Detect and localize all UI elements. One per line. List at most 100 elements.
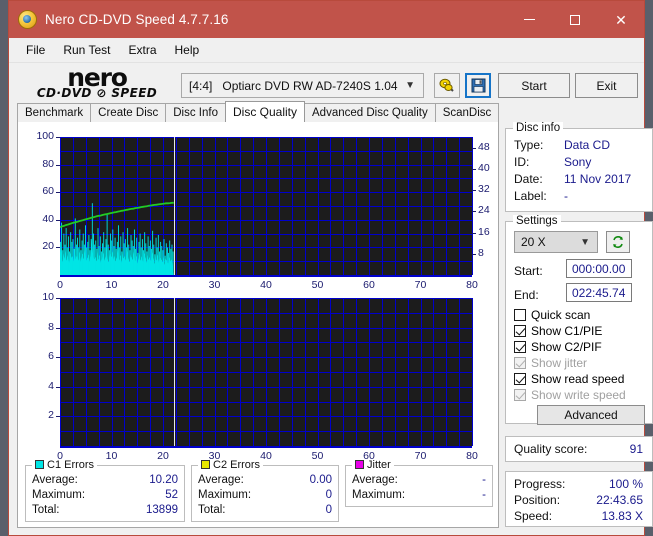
- drive-index: [4:4]: [189, 79, 212, 93]
- x-axis-tick: 50: [305, 450, 331, 462]
- title-bar: Nero CD-DVD Speed 4.7.7.16 ✕: [9, 1, 644, 38]
- c1-errors-chart: [60, 137, 472, 275]
- checkbox-box: [514, 357, 526, 369]
- tab-disc-quality[interactable]: Disc Quality: [225, 101, 305, 122]
- settings-caption: Settings: [513, 215, 561, 227]
- checkbox-show-jitter: Show jitter: [514, 356, 587, 370]
- menu-bar: File Run Test Extra Help: [9, 38, 644, 63]
- checkbox-show-c2-pif[interactable]: Show C2/PIF: [514, 340, 602, 354]
- disc-label-label: Label:: [514, 189, 547, 203]
- start-button[interactable]: Start: [498, 73, 570, 98]
- checkbox-show-c1-pie[interactable]: Show C1/PIE: [514, 324, 602, 338]
- checkbox-quick-scan[interactable]: Quick scan: [514, 308, 590, 322]
- position-value: 22:43.65: [596, 493, 643, 507]
- y2-axis-tick: 32: [478, 183, 506, 195]
- x-axis-tick: 20: [150, 450, 176, 462]
- jitter-maximum-label: Maximum:: [352, 489, 405, 501]
- minimize-icon[interactable]: [506, 1, 552, 38]
- y-axis-tick: 4: [24, 380, 54, 392]
- scan-start-field[interactable]: 000:00.00: [566, 259, 632, 278]
- c2-total-value: 0: [326, 504, 332, 516]
- checkbox-box: [514, 389, 526, 401]
- checkbox-box: [514, 309, 526, 321]
- tab-benchmark[interactable]: Benchmark: [17, 103, 91, 122]
- drive-name: Optiarc DVD RW AD-7240S 1.04: [222, 79, 397, 93]
- tab-disc-info[interactable]: Disc Info: [165, 103, 226, 122]
- x-axis-tick: 70: [408, 450, 434, 462]
- checkbox-show-read-speed[interactable]: Show read speed: [514, 372, 624, 386]
- scan-start-label: Start:: [514, 264, 543, 278]
- scan-position-cursor: [174, 137, 175, 275]
- c1-total-value: 13899: [146, 504, 178, 516]
- speed-select-value: 20 X: [521, 235, 546, 249]
- c2-errors-caption: C2 Errors: [198, 459, 263, 471]
- checkbox-label: Show C2/PIF: [531, 340, 602, 354]
- menu-item-run-test[interactable]: Run Test: [54, 40, 119, 60]
- c1-color-swatch: [35, 460, 44, 469]
- jitter-color-swatch: [355, 460, 364, 469]
- disc-tool-icon[interactable]: [434, 73, 460, 98]
- screenshot-root: Nero CD-DVD Speed 4.7.7.16 ✕ File Run Te…: [0, 0, 653, 536]
- tab-strip: Benchmark Create Disc Disc Info Disc Qua…: [17, 101, 499, 122]
- chevron-down-icon: ▼: [405, 80, 415, 91]
- y2-axis-tick: 24: [478, 204, 506, 216]
- checkbox-label: Show write speed: [531, 388, 626, 402]
- position-label: Position:: [514, 493, 560, 507]
- tab-advanced-disc-quality[interactable]: Advanced Disc Quality: [304, 103, 436, 122]
- jitter-average-value: -: [482, 474, 486, 486]
- menu-item-help[interactable]: Help: [166, 40, 209, 60]
- advanced-button[interactable]: Advanced: [537, 405, 645, 425]
- menu-item-extra[interactable]: Extra: [119, 40, 165, 60]
- x-axis-tick: 70: [408, 279, 434, 291]
- c2-total-label: Total:: [198, 504, 226, 516]
- y-axis-tick: 40: [24, 213, 54, 225]
- x-axis-tick: 80: [459, 450, 485, 462]
- checkbox-box: [514, 373, 526, 385]
- c2-errors-stats: C2 Errors Average: 0.00 Maximum: 0 Total…: [191, 465, 339, 522]
- checkbox-label: Show C1/PIE: [531, 324, 602, 338]
- c2-color-swatch: [201, 460, 210, 469]
- drive-select[interactable]: [4:4] Optiarc DVD RW AD-7240S 1.04 ▼: [181, 73, 424, 98]
- quality-score-value: 91: [630, 442, 643, 456]
- scan-position-cursor: [174, 298, 175, 446]
- y-axis-tick: 2: [24, 409, 54, 421]
- c1-average-value: 10.20: [149, 474, 178, 486]
- floppy-save-icon[interactable]: [465, 73, 491, 98]
- c2-maximum-label: Maximum:: [198, 489, 251, 501]
- read-speed-label: Speed:: [514, 509, 552, 523]
- c1-maximum-value: 52: [165, 489, 178, 501]
- tab-scandisc[interactable]: ScanDisc: [435, 103, 500, 122]
- disc-label-value: -: [564, 189, 568, 203]
- c2-errors-chart: [60, 298, 472, 446]
- disc-id-label: ID:: [514, 155, 529, 169]
- close-icon[interactable]: ✕: [598, 1, 644, 38]
- c2-average-label: Average:: [198, 474, 244, 486]
- c1-average-label: Average:: [32, 474, 78, 486]
- exit-button[interactable]: Exit: [575, 73, 638, 98]
- refresh-icon[interactable]: [606, 231, 630, 253]
- checkbox-show-write-speed: Show write speed: [514, 388, 626, 402]
- x-axis-tick: 0: [47, 279, 73, 291]
- window-title: Nero CD-DVD Speed 4.7.7.16: [45, 12, 228, 27]
- c1-total-label: Total:: [32, 504, 60, 516]
- checkbox-label: Show read speed: [531, 372, 624, 386]
- menu-item-file[interactable]: File: [17, 40, 54, 60]
- c1-maximum-label: Maximum:: [32, 489, 85, 501]
- disc-info-group: Disc info Type: Data CD ID: Sony Date: 1…: [505, 128, 653, 212]
- progress-group: Progress: 100 % Position: 22:43.65 Speed…: [505, 471, 653, 527]
- speed-select[interactable]: 20 X ▼: [514, 231, 598, 253]
- progress-value: 100 %: [609, 477, 643, 491]
- x-axis-tick: 40: [253, 279, 279, 291]
- x-axis-tick: 10: [99, 279, 125, 291]
- c2-maximum-value: 0: [326, 489, 332, 501]
- chevron-down-icon: ▼: [580, 237, 590, 248]
- maximize-icon[interactable]: [552, 1, 598, 38]
- window-controls: ✕: [506, 1, 644, 38]
- scan-end-field[interactable]: 022:45.74: [566, 283, 632, 302]
- tab-create-disc[interactable]: Create Disc: [90, 103, 166, 122]
- jitter-caption: Jitter: [352, 459, 394, 471]
- disc-date-label: Date:: [514, 172, 543, 186]
- x-axis-tick: 50: [305, 279, 331, 291]
- y-axis-tick: 60: [24, 185, 54, 197]
- y-axis-tick: 10: [24, 291, 54, 303]
